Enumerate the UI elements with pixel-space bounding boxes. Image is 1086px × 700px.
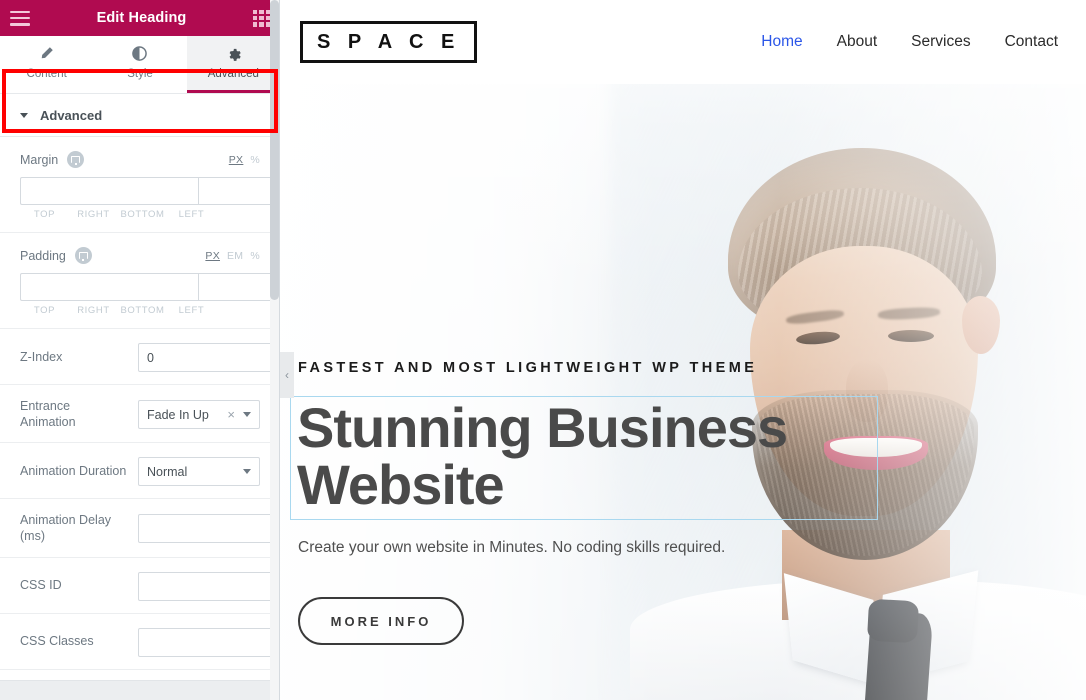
tab-style[interactable]: Style <box>93 36 187 93</box>
panel-tabs: Content Style Advanced <box>0 36 280 94</box>
z-index-label: Z-Index <box>20 349 63 364</box>
margin-right-input[interactable] <box>198 177 280 205</box>
site-logo[interactable]: S P A C E <box>300 21 478 63</box>
css-classes-label: CSS Classes <box>20 634 94 649</box>
margin-label-left: LEFT <box>178 209 205 220</box>
margin-label: Margin <box>20 152 59 167</box>
control-css-classes: CSS Classes <box>0 614 280 670</box>
margin-label-right: RIGHT <box>77 209 110 220</box>
tab-style-label: Style <box>127 68 153 80</box>
chevron-down-icon <box>243 412 251 418</box>
panel-title: Edit Heading <box>96 10 187 26</box>
tab-content-label: Content <box>26 68 67 80</box>
control-margin: Margin PX % TOP RIGHT BOTTOM LEFT <box>0 137 280 233</box>
clear-icon[interactable]: × <box>227 407 243 422</box>
padding-unit-percent[interactable]: % <box>250 250 260 262</box>
control-css-id: CSS ID <box>0 558 280 614</box>
margin-inputs <box>20 177 280 205</box>
chevron-down-icon <box>20 112 28 118</box>
hero-content: FASTEST AND MOST LIGHTWEIGHT WP THEME St… <box>290 360 930 646</box>
css-id-input[interactable] <box>138 571 280 601</box>
z-index-input[interactable] <box>138 343 280 372</box>
heading-widget-selected[interactable]: Stunning Business Website <box>290 396 878 521</box>
site-nav: Home About Services Contact <box>761 33 1058 51</box>
control-entrance-animation: Entrance Animation Fade In Up × <box>0 385 280 444</box>
control-animation-delay: Animation Delay (ms) <box>0 499 280 558</box>
animation-duration-value: Normal <box>147 464 188 479</box>
control-animation-duration: Animation Duration Normal <box>0 443 280 500</box>
nav-item-services[interactable]: Services <box>911 33 970 51</box>
more-info-button[interactable]: MORE INFO <box>298 597 464 646</box>
entrance-animation-select[interactable]: Fade In Up × <box>138 400 260 430</box>
entrance-animation-value: Fade In Up <box>147 407 209 422</box>
animation-duration-label: Animation Duration <box>20 463 127 478</box>
margin-label-bottom: BOTTOM <box>120 209 165 220</box>
pencil-icon <box>39 46 54 61</box>
nav-item-contact[interactable]: Contact <box>1005 33 1058 51</box>
panel-footer-strip <box>0 680 272 700</box>
nav-item-home[interactable]: Home <box>761 33 802 51</box>
margin-unit-percent[interactable]: % <box>250 154 260 166</box>
collapse-panel-handle[interactable]: ‹ <box>280 352 294 398</box>
responsive-device-icon[interactable] <box>74 247 92 264</box>
contrast-circle-icon <box>132 46 148 61</box>
site-preview: S P A C E Home About Services Contact FA… <box>280 0 1086 700</box>
animation-duration-select[interactable]: Normal <box>138 457 260 487</box>
padding-top-input[interactable] <box>20 273 198 301</box>
padding-side-labels: TOP RIGHT BOTTOM LEFT <box>20 305 260 316</box>
elementor-editor: Edit Heading Content Style Advanced Adva… <box>0 0 1086 700</box>
hamburger-icon[interactable] <box>10 10 30 26</box>
margin-side-labels: TOP RIGHT BOTTOM LEFT <box>20 209 260 220</box>
padding-right-input[interactable] <box>198 273 280 301</box>
chevron-down-icon <box>243 469 251 475</box>
padding-label-top: TOP <box>33 305 56 316</box>
panel-scrollbar[interactable] <box>270 0 279 700</box>
padding-unit-em[interactable]: EM <box>227 250 243 262</box>
control-padding: Padding PX EM % TOP RIGHT BOTTOM LEFT <box>0 233 280 329</box>
panel-body: Margin PX % TOP RIGHT BOTTOM LEFT Paddin… <box>0 137 280 700</box>
hero-title-line1: Stunning Business <box>297 396 788 459</box>
padding-unit-px[interactable]: PX <box>205 250 220 262</box>
tab-advanced-label: Advanced <box>207 68 259 80</box>
animation-delay-input[interactable] <box>138 514 280 544</box>
css-classes-input[interactable] <box>138 627 280 657</box>
hero-subtitle: Create your own website in Minutes. No c… <box>298 539 726 557</box>
section-title: Advanced <box>40 107 103 123</box>
padding-label-left: LEFT <box>178 305 205 316</box>
nav-item-about[interactable]: About <box>837 33 878 51</box>
margin-label-top: TOP <box>33 209 56 220</box>
panel-scrollbar-thumb[interactable] <box>270 0 279 300</box>
panel-header: Edit Heading <box>0 0 280 36</box>
control-z-index: Z-Index <box>0 329 280 385</box>
margin-top-input[interactable] <box>20 177 198 205</box>
section-header-advanced[interactable]: Advanced <box>0 94 280 137</box>
hero-title-line2: Website <box>297 453 505 517</box>
padding-label-right: RIGHT <box>77 305 110 316</box>
responsive-device-icon[interactable] <box>67 151 85 168</box>
gear-icon <box>226 46 241 61</box>
margin-units: PX % <box>229 154 260 166</box>
photo-eye-right <box>888 330 934 342</box>
tab-advanced[interactable]: Advanced <box>186 36 280 93</box>
padding-units: PX EM % <box>205 250 260 262</box>
animation-delay-label: Animation Delay (ms) <box>20 513 112 543</box>
entrance-animation-label: Entrance Animation <box>20 399 76 429</box>
tab-content[interactable]: Content <box>0 36 94 93</box>
elementor-settings-panel: Edit Heading Content Style Advanced Adva… <box>0 0 280 700</box>
site-header: S P A C E Home About Services Contact <box>280 0 1086 84</box>
padding-inputs <box>20 273 280 301</box>
margin-unit-px[interactable]: PX <box>229 154 244 166</box>
panel-tabs-wrapper: Content Style Advanced <box>0 36 280 133</box>
css-id-label: CSS ID <box>20 578 62 593</box>
padding-label-bottom: BOTTOM <box>120 305 165 316</box>
widgets-grid-icon[interactable] <box>253 9 270 27</box>
hero-eyebrow: FASTEST AND MOST LIGHTWEIGHT WP THEME <box>298 360 758 376</box>
padding-label: Padding <box>20 248 66 263</box>
